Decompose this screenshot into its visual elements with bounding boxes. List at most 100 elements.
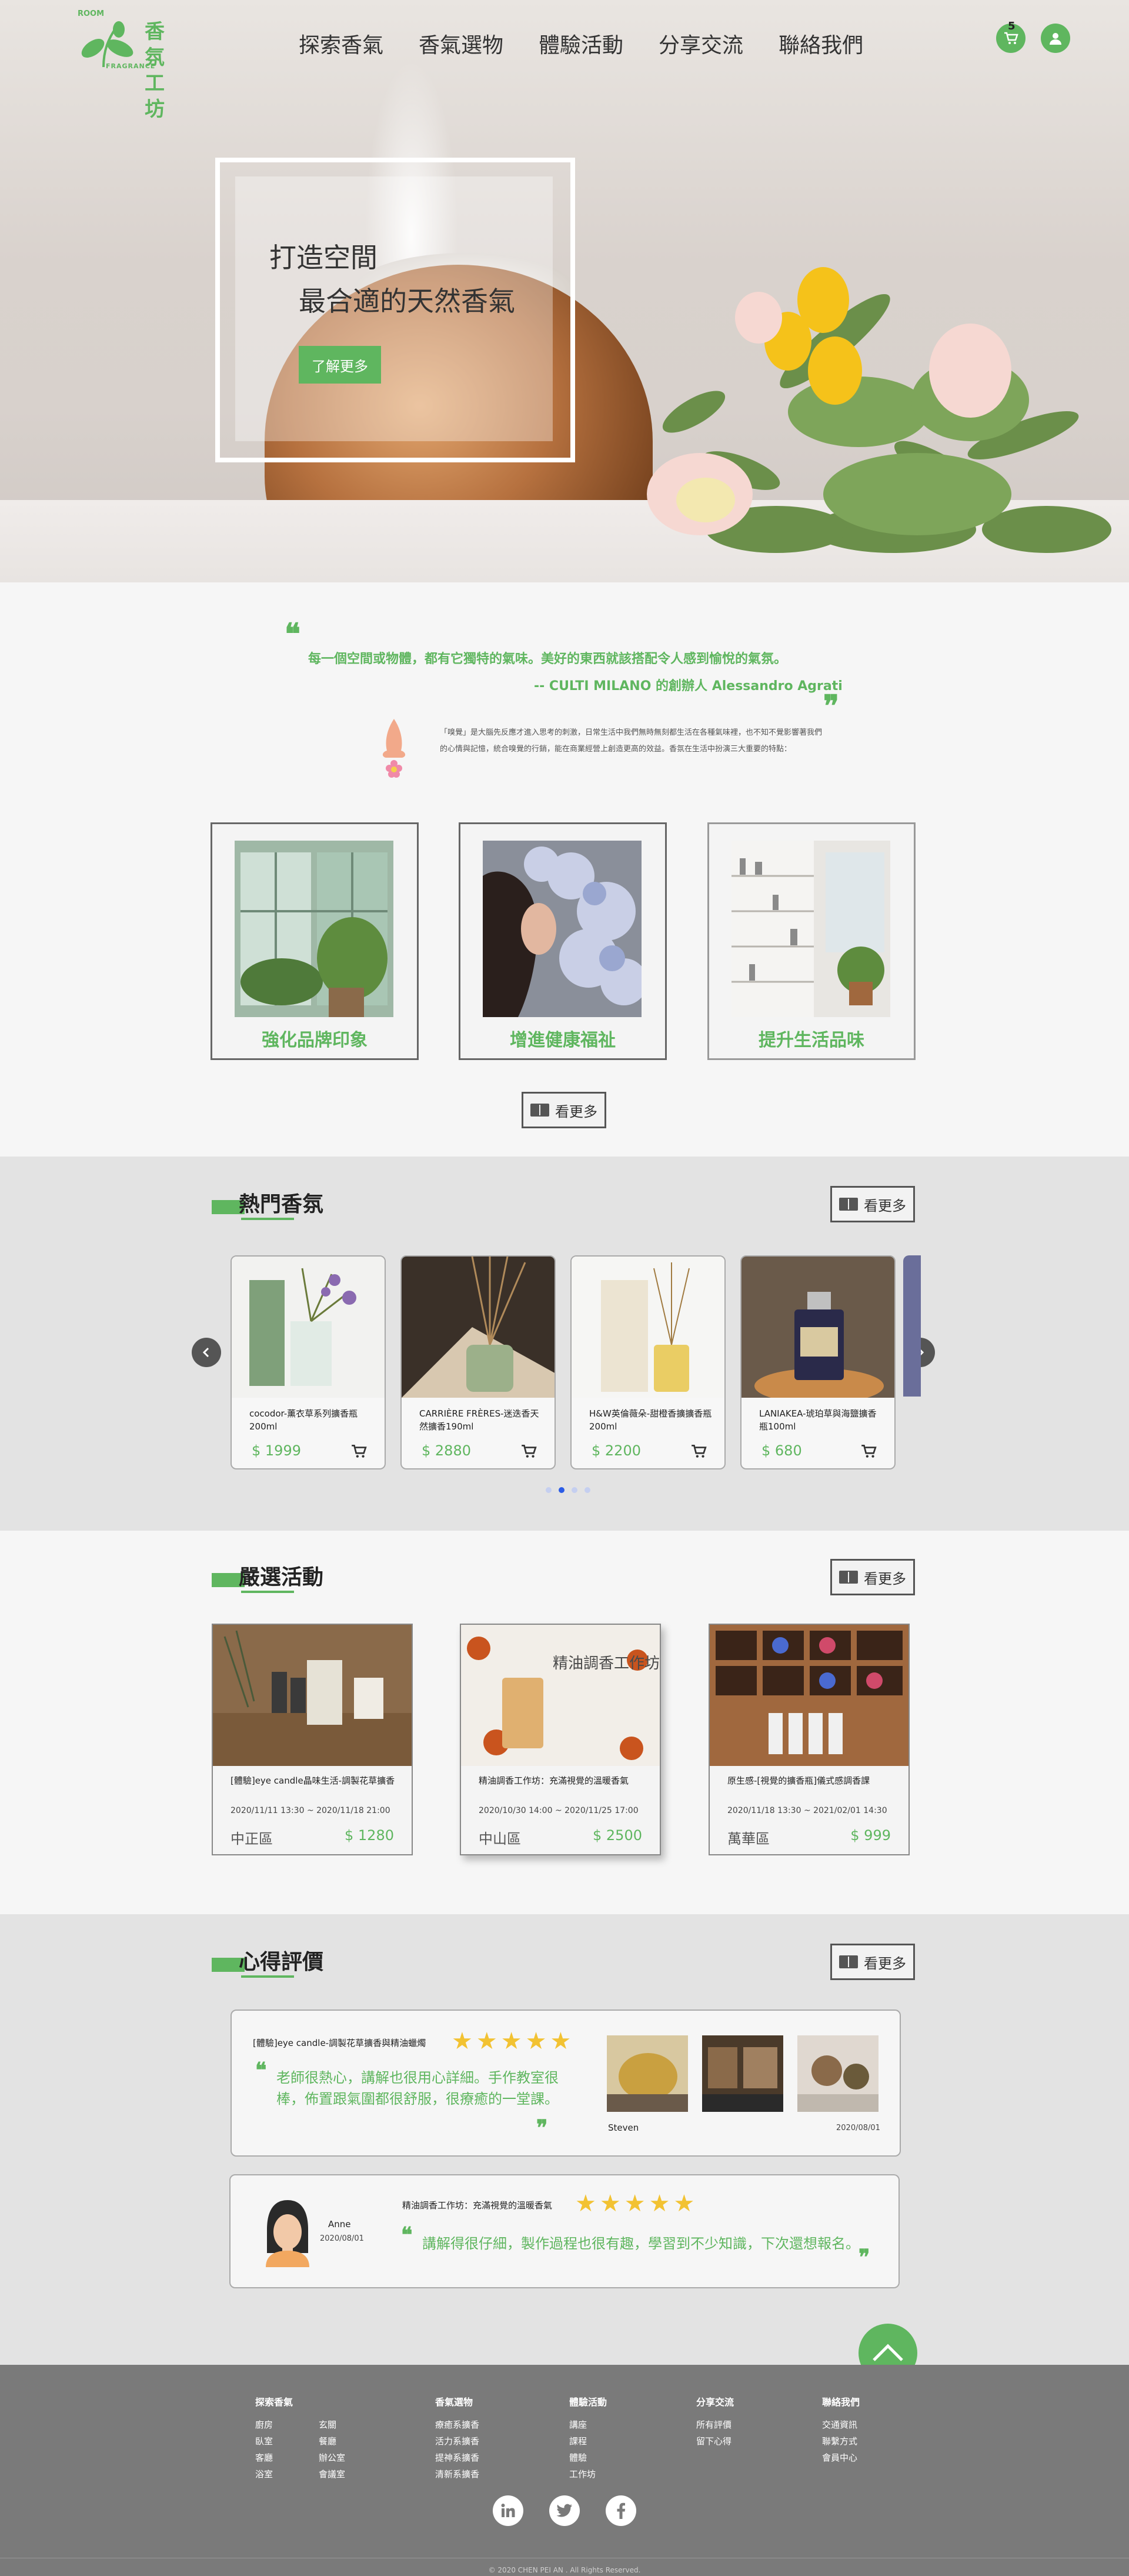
open-quote-icon: ❝ [285,616,300,651]
footer-link[interactable]: 會議室 [319,2466,366,2482]
footer-link[interactable]: 辦公室 [319,2450,366,2466]
footer-link[interactable]: 留下心得 [696,2433,734,2450]
product-card[interactable]: LANIAKEA-琥珀草與海鹽擴香瓶100ml $ 680 [740,1255,896,1469]
facebook-button[interactable] [606,2495,636,2526]
shelf-photo [731,841,890,1017]
feature-caption: 強化品牌印象 [262,1030,368,1051]
event-photo [710,1625,908,1766]
cart-button[interactable]: 5 [996,20,1026,53]
feature-card-health[interactable]: 增進健康福祉 [459,822,667,1060]
reviews-title: 心得評價 [239,1950,324,1974]
review-photo [797,2035,879,2112]
review-text: 講解得很仔細，製作過程也很有趣，學習到不少知識，下次還想報名。 [422,2235,860,2252]
footer-link[interactable]: 活力系擴香 [435,2433,479,2450]
account-button[interactable] [1041,24,1070,53]
footer-link[interactable]: 體驗 [569,2450,607,2466]
event-price: $ 999 [850,1827,891,1844]
events-title: 嚴選活動 [239,1565,324,1589]
review-date: 2020/08/01 [320,2234,364,2243]
more-button-hot[interactable]: 看更多 [830,1186,915,1222]
carousel-dot[interactable] [572,1487,577,1493]
chevron-up-icon [873,2344,903,2361]
add-to-cart-icon[interactable] [520,1444,537,1459]
event-date: 2020/11/18 13:30 ~ 2021/02/01 14:30 [727,1806,887,1815]
add-to-cart-icon[interactable] [860,1444,877,1459]
more-button-label: 看更多 [864,1197,906,1214]
more-button-reviews[interactable]: 看更多 [830,1944,915,1980]
feature-card-brand[interactable]: 強化品牌印象 [211,822,419,1060]
nav-share[interactable]: 分享交流 [659,28,743,59]
footer-link[interactable]: 所有評價 [696,2417,734,2433]
add-to-cart-icon[interactable] [690,1444,707,1459]
book-icon [839,1198,858,1211]
footer-heading: 體驗活動 [569,2397,607,2408]
product-card[interactable]: cocodor-薰衣草系列擴香瓶200ml $ 1999 [231,1255,386,1469]
twitter-button[interactable] [549,2495,580,2526]
logo-subtitle: FRAGRANCE [106,62,156,70]
linkedin-button[interactable] [493,2495,523,2526]
footer-link[interactable]: 聯繫方式 [822,2433,860,2450]
footer-link[interactable]: 臥室 [255,2433,319,2450]
product-photo [572,1257,724,1398]
learn-more-button[interactable]: 了解更多 [299,346,381,384]
footer-heading: 聯絡我們 [822,2397,860,2408]
section-underline [241,1591,294,1593]
more-button-label: 看更多 [864,1570,906,1587]
event-card[interactable]: [體驗]eye candle晶味生活-調製花草擴香 2020/11/11 13:… [212,1624,413,1855]
footer-link[interactable]: 交通資訊 [822,2417,860,2433]
star-rating: ★ ★ ★ ★ ★ [452,2030,571,2053]
event-area: 中正區 [231,1831,273,1847]
event-card[interactable]: 精油調香工作坊 精油調香工作坊：充滿視覺的溫暖香氣 2020/10/30 14:… [460,1624,661,1855]
footer-link[interactable]: 清新系擴香 [435,2466,479,2482]
event-photo: 精油調香工作坊 [461,1625,660,1766]
event-card[interactable]: 原生感-[視覺的擴香瓶]儀式感調香課 2020/11/18 13:30 ~ 20… [709,1624,910,1855]
add-to-cart-icon[interactable] [350,1444,367,1459]
footer-col-contact: 聯絡我們 交通資訊 聯繫方式 會員中心 [822,2394,860,2466]
footer-link[interactable]: 療癒系擴香 [435,2417,479,2433]
more-button-events[interactable]: 看更多 [830,1559,915,1595]
carousel-dot[interactable] [584,1487,590,1493]
footer-link[interactable]: 提神系擴香 [435,2450,479,2466]
footer-link[interactable]: 會員中心 [822,2450,860,2466]
nav-explore[interactable]: 探索香氣 [299,28,383,59]
footer-link[interactable]: 客廳 [255,2450,319,2466]
footer-link[interactable]: 講座 [569,2417,607,2433]
footer-link[interactable]: 廚房 [255,2417,319,2433]
footer-link[interactable]: 工作坊 [569,2466,607,2482]
star-icon: ★ [525,2028,547,2055]
product-price: $ 680 [761,1442,802,1459]
footer-link[interactable]: 餐廳 [319,2433,366,2450]
event-area: 萬華區 [727,1831,770,1847]
site-footer: 探索香氣 廚房 玄關 臥室 餐廳 客廳 辦公室 浴室 會議室 香氣選物 療癒系擴… [0,2365,1129,2576]
event-price: $ 2500 [593,1827,642,1844]
footer-link[interactable]: 玄關 [319,2417,366,2433]
event-name: 精油調香工作坊：充滿視覺的溫暖香氣 [479,1775,629,1786]
quote-author: -- CULTI MILANO 的創辦人 Alessandro Agrati [534,679,843,694]
product-photo [741,1257,894,1404]
product-name: LANIAKEA-琥珀草與海鹽擴香瓶100ml [759,1408,877,1432]
carousel-dot[interactable] [546,1487,552,1493]
more-button-about[interactable]: 看更多 [522,1092,606,1128]
review-photo [702,2035,783,2112]
footer-link[interactable]: 課程 [569,2433,607,2450]
close-quote-icon: ❞ [859,2245,870,2270]
book-icon [839,1571,858,1584]
nav-contact[interactable]: 聯絡我們 [779,28,863,59]
site-logo[interactable]: ROOM 香氛工坊 FRAGRANCE [75,8,193,121]
reviewer-name: Steven [608,2122,639,2133]
footer-link[interactable]: 浴室 [255,2466,319,2482]
nav-shop[interactable]: 香氣選物 [419,28,503,59]
quote-text: 每一個空間或物體，都有它獨特的氣味。美好的東西就該搭配令人感到愉悅的氣氛。 [308,652,787,667]
nav-events[interactable]: 體驗活動 [539,28,623,59]
product-card[interactable]: H&W英倫薇朵-甜橙香擴擴香瓶200ml $ 2200 [570,1255,726,1469]
review-text: 老師很熱心，講解也很用心詳細。手作教室很棒，佈置跟氣圍都很舒服，很療癒的一堂課。 [276,2070,559,2107]
header-icons: 5 [996,20,1070,53]
product-card[interactable]: CARRIÈRE FRÈRES-迷迭香天然擴香190ml $ 2880 [400,1255,556,1469]
product-photo [232,1257,385,1398]
carousel-prev-button[interactable] [192,1338,221,1367]
star-icon: ★ [599,2190,621,2217]
feature-card-lifestyle[interactable]: 提升生活品味 [707,822,916,1060]
book-icon [839,1955,858,1968]
next-product-peek [903,1255,921,1397]
carousel-dot-active[interactable] [559,1487,564,1493]
